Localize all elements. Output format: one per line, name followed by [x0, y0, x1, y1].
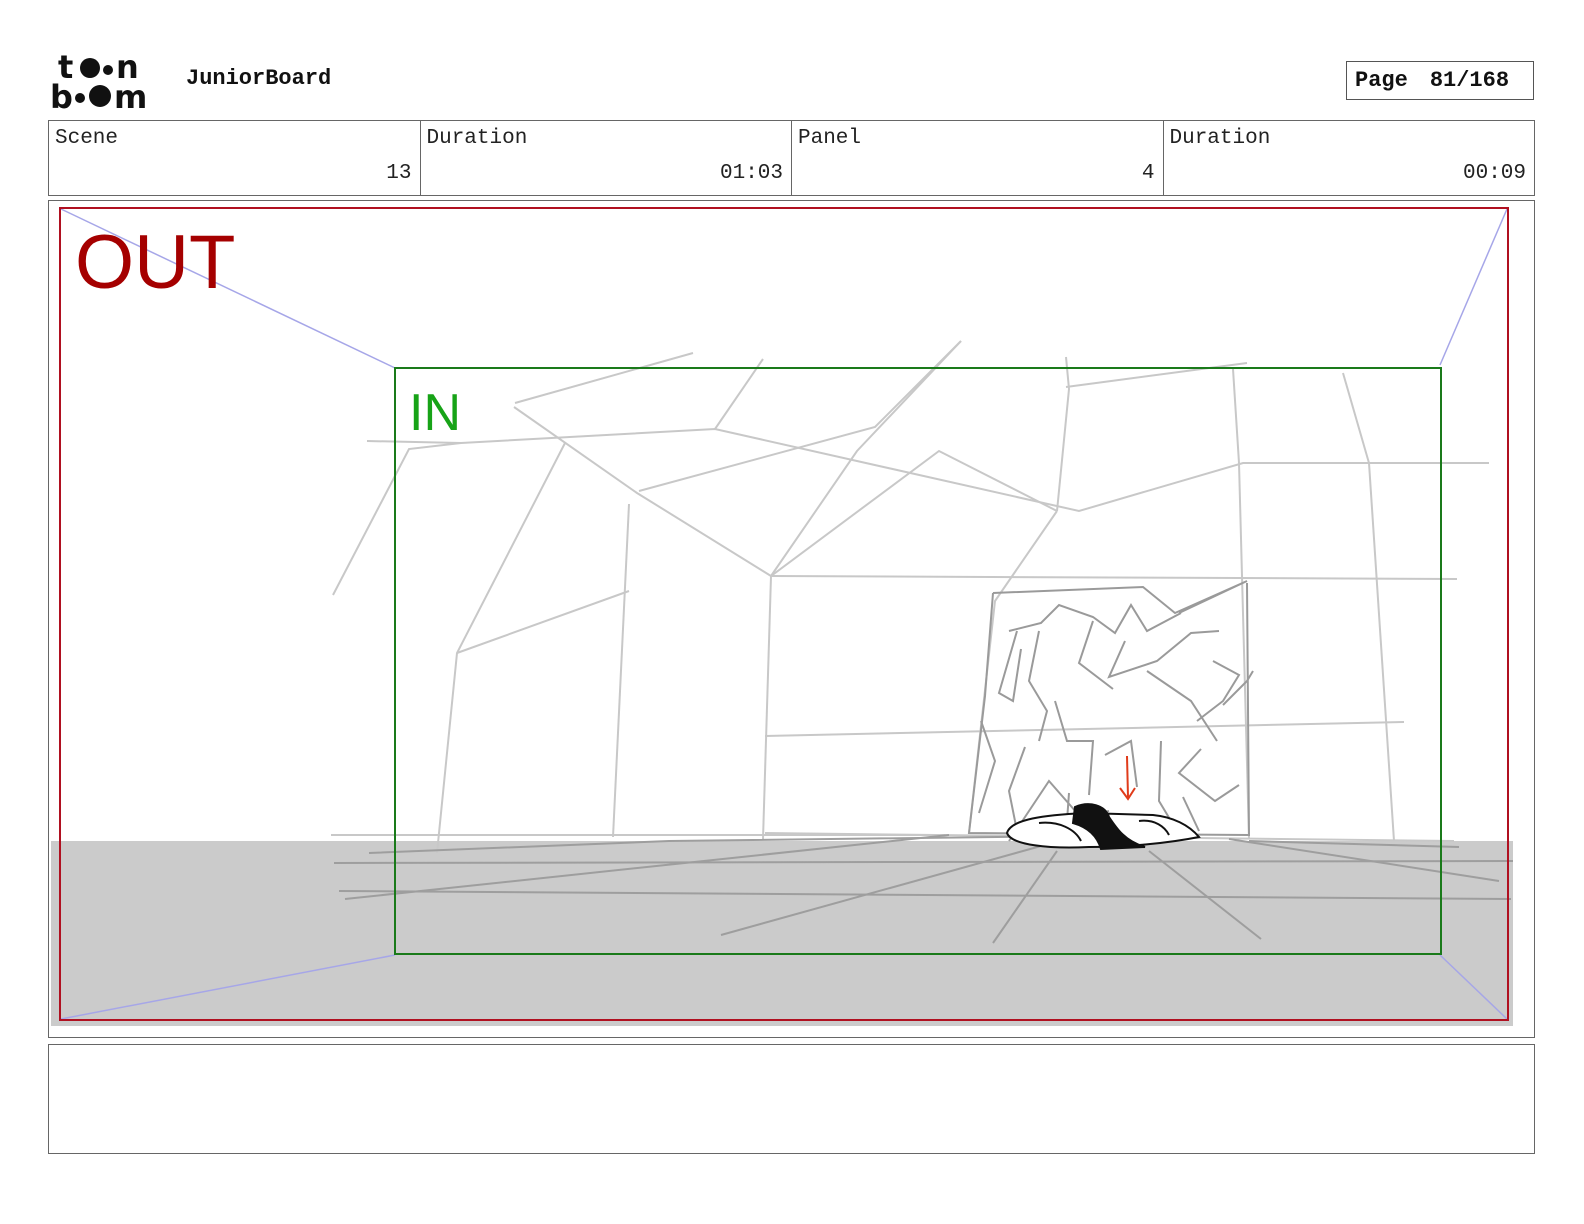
scene-duration-value: 01:03 [719, 162, 783, 185]
in-frame-label: IN [409, 384, 461, 442]
panel-drawing [51, 207, 1514, 1026]
panel-notes-box[interactable] [48, 1044, 1535, 1154]
toonboom-logo: t n b m [50, 50, 147, 112]
motion-arrow [1119, 755, 1136, 801]
floor-area [51, 841, 1513, 1026]
rubble-sketch [967, 580, 1254, 842]
storyboard-panel: OUT IN [48, 200, 1535, 1038]
panel-cell: Panel 4 [792, 121, 1164, 195]
page-indicator: Page 81/168 [1346, 61, 1534, 100]
character-figure [1005, 803, 1201, 851]
scene-value: 13 [386, 162, 412, 185]
room-sketch [331, 340, 1489, 854]
panel-duration-value: 00:09 [1462, 162, 1526, 185]
scene-duration-label: Duration [426, 127, 528, 150]
svg-text:m: m [114, 78, 147, 112]
scene-cell: Scene 13 [49, 121, 421, 195]
panel-info-row: Scene 13 Duration 01:03 Panel 4 Duration… [48, 120, 1535, 196]
panel-duration-label: Duration [1169, 127, 1271, 150]
page-number: 81/168 [1429, 68, 1510, 93]
app-name: JuniorBoard [186, 66, 332, 91]
svg-text:b: b [50, 78, 73, 112]
out-frame-label: OUT [75, 220, 236, 305]
scene-label: Scene [55, 127, 119, 150]
panel-label: Panel [798, 127, 862, 150]
page-label: Page [1355, 68, 1408, 93]
panel-duration-cell: Duration 00:09 [1164, 121, 1535, 195]
panel-value: 4 [1141, 162, 1155, 185]
scene-duration-cell: Duration 01:03 [421, 121, 792, 195]
